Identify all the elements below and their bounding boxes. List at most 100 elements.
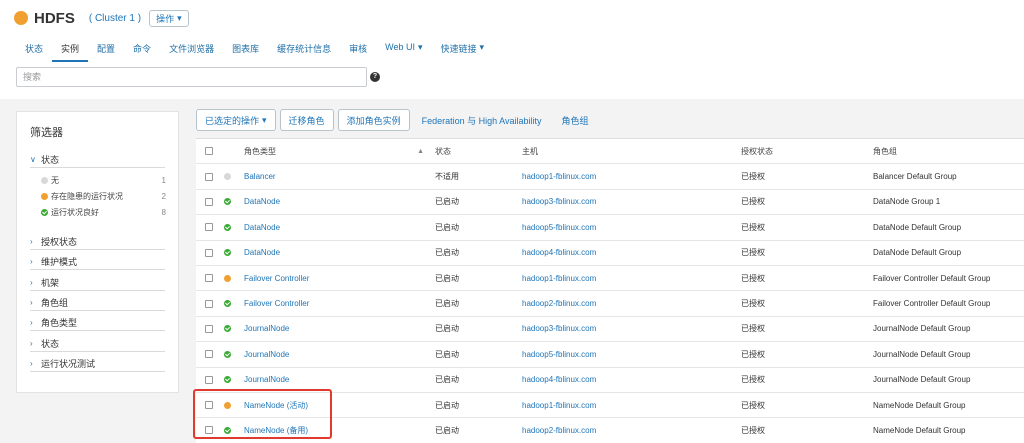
role-instance-link[interactable]: JournalNode bbox=[244, 350, 289, 359]
tab-status[interactable]: 状态 bbox=[16, 36, 52, 62]
add-role-instance-button[interactable]: 添加角色实例 bbox=[337, 109, 410, 131]
host-link[interactable]: hadoop5-fblinux.com bbox=[522, 223, 596, 232]
table-row: JournalNode 已启动 hadoop3-fblinux.com 已授权 Jour… bbox=[196, 317, 1024, 343]
host-link[interactable]: hadoop2-fblinux.com bbox=[522, 299, 596, 308]
row-checkbox[interactable] bbox=[205, 401, 213, 410]
health-cell bbox=[224, 368, 234, 392]
row-checkbox[interactable] bbox=[205, 299, 213, 308]
filter-section-label: 角色类型 bbox=[41, 318, 78, 328]
row-checkbox[interactable] bbox=[205, 223, 213, 232]
divider bbox=[30, 330, 165, 331]
federation-ha-link[interactable]: Federation 与 High Availability bbox=[414, 109, 550, 131]
service-tabs: 状态 实例 配置 命令 文件浏览器 图表库 缓存统计信息 审核 Web UI ▾ … bbox=[16, 36, 493, 62]
filter-section-state[interactable]: › 状态 bbox=[30, 337, 59, 350]
selected-actions-button[interactable]: 已选定的操作 ▾ bbox=[196, 109, 276, 131]
role-groups-link[interactable]: 角色组 bbox=[553, 109, 596, 131]
host-link[interactable]: hadoop1-fblinux.com bbox=[522, 401, 596, 410]
search-box bbox=[16, 67, 367, 87]
filter-section-maintenance[interactable]: › 维护模式 bbox=[30, 255, 77, 268]
role-instance-link[interactable]: Balancer bbox=[244, 172, 276, 181]
row-checkbox[interactable] bbox=[205, 274, 213, 283]
migrate-role-button[interactable]: 迁移角色 bbox=[279, 109, 334, 131]
status-cell: 已启动 bbox=[435, 190, 459, 214]
health-status-icon bbox=[224, 198, 231, 206]
role-instance-link[interactable]: DataNode bbox=[244, 197, 280, 206]
tab-file-browser[interactable]: 文件浏览器 bbox=[160, 36, 223, 62]
role-instance-link[interactable]: JournalNode bbox=[244, 375, 289, 384]
header-role-group[interactable]: 角色组 bbox=[873, 139, 897, 163]
role-group-cell: JournalNode Default Group bbox=[873, 342, 970, 366]
role-group-cell: Failover Controller Default Group bbox=[873, 291, 990, 315]
chevron-right-icon: › bbox=[30, 298, 33, 307]
role-instance-link[interactable]: NameNode (活动) bbox=[244, 400, 308, 411]
filter-section-label: 机架 bbox=[41, 278, 60, 288]
health-status-icon bbox=[224, 325, 231, 333]
filter-item-none[interactable]: 无 1 bbox=[41, 175, 166, 186]
tab-quick-links[interactable]: 快速链接 ▾ bbox=[432, 36, 494, 62]
filter-section-role-group[interactable]: › 角色组 bbox=[30, 296, 68, 309]
table-row: NameNode (备用) 已启动 hadoop2-fblinux.com 已授权 Na… bbox=[196, 418, 1024, 443]
host-link[interactable]: hadoop1-fblinux.com bbox=[522, 274, 596, 283]
host-link[interactable]: hadoop3-fblinux.com bbox=[522, 324, 596, 333]
host-link[interactable]: hadoop2-fblinux.com bbox=[522, 426, 596, 435]
service-actions-button[interactable]: 操作 ▾ bbox=[149, 9, 189, 27]
help-icon[interactable]: ? bbox=[370, 72, 380, 82]
commission-state: 已授权 bbox=[741, 197, 765, 207]
role-group-name: DataNode Default Group bbox=[873, 222, 962, 232]
role-instance-link[interactable]: Failover Controller bbox=[244, 274, 309, 283]
service-name[interactable]: HDFS bbox=[34, 10, 75, 27]
tab-cache-stats[interactable]: 缓存统计信息 bbox=[268, 36, 340, 62]
health-status-icon bbox=[224, 426, 231, 434]
filter-section-commission[interactable]: › 授权状态 bbox=[30, 235, 77, 248]
tab-audits[interactable]: 审核 bbox=[340, 36, 376, 62]
row-select-cell bbox=[205, 241, 213, 265]
commission-state: 已授权 bbox=[741, 425, 765, 435]
search-input[interactable] bbox=[17, 68, 366, 86]
tab-instances[interactable]: 实例 bbox=[52, 36, 89, 62]
filter-section-status[interactable]: ∨ 状态 bbox=[30, 153, 59, 166]
host-link[interactable]: hadoop5-fblinux.com bbox=[522, 350, 596, 359]
health-cell bbox=[224, 164, 234, 188]
header-commission-state[interactable]: 授权状态 bbox=[741, 139, 773, 163]
header-host[interactable]: 主机 bbox=[522, 139, 538, 163]
row-checkbox[interactable] bbox=[205, 375, 213, 384]
filter-section-role-type[interactable]: › 角色类型 bbox=[30, 316, 77, 329]
filter-section-health-tests[interactable]: › 运行状况测试 bbox=[30, 357, 95, 370]
filter-title: 筛选器 bbox=[30, 127, 63, 139]
filter-item-good[interactable]: 运行状况良好 8 bbox=[41, 207, 166, 218]
filter-item-label: 运行状况良好 bbox=[51, 208, 99, 217]
cluster-link[interactable]: ( Cluster 1 ) bbox=[89, 13, 141, 24]
role-instance-link[interactable]: DataNode bbox=[244, 223, 280, 232]
row-checkbox[interactable] bbox=[205, 197, 213, 206]
tab-chart-library[interactable]: 图表库 bbox=[223, 36, 268, 62]
host-link[interactable]: hadoop4-fblinux.com bbox=[522, 375, 596, 384]
host-cell: hadoop5-fblinux.com bbox=[522, 342, 596, 366]
row-select-cell bbox=[205, 215, 213, 239]
tab-web-ui[interactable]: Web UI ▾ bbox=[376, 36, 431, 62]
role-instance-link[interactable]: NameNode (备用) bbox=[244, 425, 308, 436]
chevron-down-icon: ∨ bbox=[30, 155, 36, 164]
health-status-icon bbox=[224, 300, 231, 308]
role-instance-link[interactable]: JournalNode bbox=[244, 324, 289, 333]
commission-cell: 已授权 bbox=[741, 215, 765, 239]
filter-section-rack[interactable]: › 机架 bbox=[30, 276, 59, 289]
select-all-checkbox[interactable] bbox=[205, 147, 213, 156]
header-status[interactable]: 状态 bbox=[435, 139, 451, 163]
row-checkbox[interactable] bbox=[205, 426, 213, 435]
row-checkbox[interactable] bbox=[205, 324, 213, 333]
row-checkbox[interactable] bbox=[205, 248, 213, 257]
header-role-type[interactable]: 角色类型 ▲ bbox=[244, 139, 424, 163]
filter-item-label: 存在隐患的运行状况 bbox=[51, 192, 123, 201]
host-link[interactable]: hadoop3-fblinux.com bbox=[522, 197, 596, 206]
row-checkbox[interactable] bbox=[205, 172, 213, 181]
table-row: JournalNode 已启动 hadoop4-fblinux.com 已授权 Jour… bbox=[196, 368, 1024, 393]
role-status: 不适用 bbox=[435, 172, 459, 182]
filter-item-concerning[interactable]: 存在隐患的运行状况 2 bbox=[41, 191, 166, 202]
role-instance-link[interactable]: Failover Controller bbox=[244, 299, 309, 308]
row-checkbox[interactable] bbox=[205, 350, 213, 359]
host-link[interactable]: hadoop4-fblinux.com bbox=[522, 248, 596, 257]
host-link[interactable]: hadoop1-fblinux.com bbox=[522, 172, 596, 181]
tab-configuration[interactable]: 配置 bbox=[88, 36, 124, 62]
role-instance-link[interactable]: DataNode bbox=[244, 248, 280, 257]
tab-commands[interactable]: 命令 bbox=[124, 36, 160, 62]
